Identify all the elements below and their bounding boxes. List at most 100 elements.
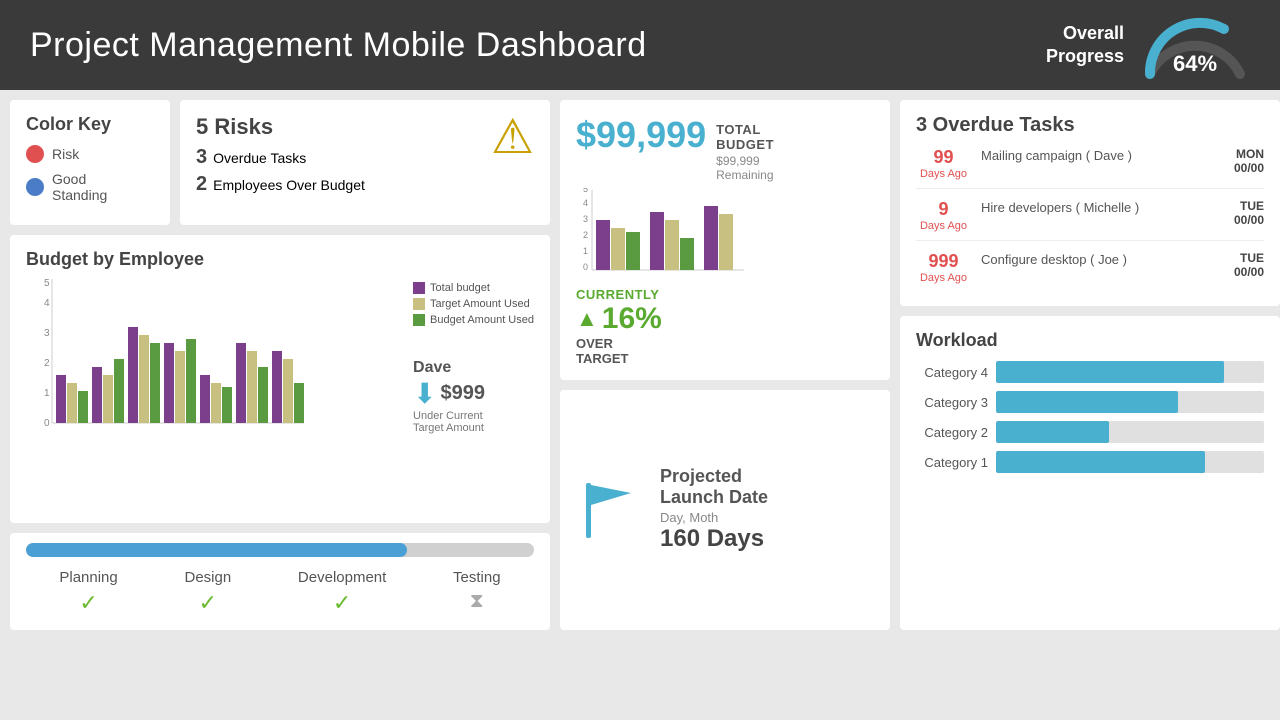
launch-text: ProjectedLaunch Date Day, Moth 160 Days bbox=[660, 466, 768, 553]
over-target-label: OVERTARGET bbox=[576, 336, 874, 366]
svg-text:1: 1 bbox=[583, 246, 588, 256]
overdue-days-num-0: 99 bbox=[916, 147, 971, 168]
dave-amount-row: ⬇ $999 bbox=[413, 377, 534, 410]
workload-label-4: Category 4 bbox=[916, 365, 988, 380]
phases-row: Planning ✓ Design ✓ Development ✓ Testin… bbox=[26, 569, 534, 616]
phase-testing-label: Testing bbox=[453, 569, 501, 586]
phase-bar-fill bbox=[26, 543, 407, 557]
up-arrow-icon: ▲ bbox=[576, 306, 598, 332]
phase-development-label: Development bbox=[298, 569, 386, 586]
svg-text:5: 5 bbox=[583, 188, 588, 194]
budget-amount: $99,999 bbox=[576, 114, 706, 156]
currently-pct: 16% bbox=[602, 302, 662, 336]
overdue-desc-0: Mailing campaign ( Dave ) bbox=[981, 147, 1204, 165]
svg-text:1: 1 bbox=[44, 388, 50, 399]
overdue-desc-2: Configure desktop ( Joe ) bbox=[981, 251, 1204, 269]
svg-text:2: 2 bbox=[44, 358, 50, 369]
color-key-title: Color Key bbox=[26, 114, 154, 135]
progress-gauge: 64% bbox=[1140, 9, 1250, 81]
overdue-tasks-card: 3 Overdue Tasks 99 Days Ago Mailing camp… bbox=[900, 100, 1280, 306]
progress-label: OverallProgress bbox=[1046, 22, 1124, 69]
budget-label-block: TOTALBUDGET $99,999Remaining bbox=[716, 114, 774, 182]
color-key-card: Color Key Risk GoodStanding bbox=[10, 100, 170, 225]
svg-text:4: 4 bbox=[44, 298, 50, 309]
svg-text:3: 3 bbox=[44, 328, 50, 339]
left-column: Color Key Risk GoodStanding 5 Risks bbox=[10, 100, 550, 630]
budget-content: 0 1 2 3 4 5 bbox=[26, 278, 534, 438]
flag-svg bbox=[576, 475, 646, 545]
launch-title: ProjectedLaunch Date bbox=[660, 466, 768, 508]
good-standing-key-item: GoodStanding bbox=[26, 171, 154, 203]
header: Project Management Mobile Dashboard Over… bbox=[0, 0, 1280, 90]
workload-row-4: Category 4 bbox=[916, 361, 1264, 383]
phase-planning: Planning ✓ bbox=[59, 569, 117, 616]
budget-legend-area: Total budget Target Amount Used Budget A… bbox=[413, 278, 534, 438]
legend-swatch-green bbox=[413, 314, 425, 326]
risk-key-item: Risk bbox=[26, 145, 154, 163]
phase-testing-pending: ⧗ bbox=[453, 590, 501, 613]
overdue-day-0: MON00/00 bbox=[1214, 147, 1264, 175]
currently-block: CURRENTLY ▲ 16% OVERTARGET bbox=[576, 287, 874, 366]
legend-budget: Budget Amount Used bbox=[413, 314, 534, 326]
overdue-days-0: 99 Days Ago bbox=[916, 147, 971, 180]
workload-bar-fill-3 bbox=[996, 391, 1178, 413]
svg-text:64%: 64% bbox=[1173, 51, 1217, 76]
phase-progress-card: Planning ✓ Design ✓ Development ✓ Testin… bbox=[10, 533, 550, 630]
budget-remaining: $99,999Remaining bbox=[716, 154, 774, 182]
svg-text:5: 5 bbox=[44, 278, 50, 289]
risk-label: Risk bbox=[52, 146, 79, 162]
total-budget-card: $99,999 TOTALBUDGET $99,999Remaining 0 1… bbox=[560, 100, 890, 380]
legend-swatch-tan bbox=[413, 298, 425, 310]
phase-bar-container bbox=[26, 543, 534, 557]
dave-info: Dave ⬇ $999 Under CurrentTarget Amount bbox=[413, 359, 534, 434]
budget-by-employee-card: Budget by Employee 0 1 2 3 4 5 bbox=[10, 235, 550, 523]
page-title: Project Management Mobile Dashboard bbox=[30, 26, 647, 65]
dave-description: Under CurrentTarget Amount bbox=[413, 410, 534, 434]
overdue-days-label-1: Days Ago bbox=[916, 220, 971, 232]
overdue-desc-1: Hire developers ( Michelle ) bbox=[981, 199, 1204, 217]
budget-label-title: TOTALBUDGET bbox=[716, 122, 774, 152]
phase-design-label: Design bbox=[184, 569, 231, 586]
mini-bar-chart: 0 1 2 3 4 5 bbox=[576, 188, 746, 278]
good-standing-dot bbox=[26, 178, 44, 196]
overdue-days-2: 999 Days Ago bbox=[916, 251, 971, 284]
workload-bar-bg-4 bbox=[996, 361, 1264, 383]
svg-text:3: 3 bbox=[583, 214, 588, 224]
legend-total-label: Total budget bbox=[430, 282, 490, 294]
budget-amount-block: $99,999 bbox=[576, 114, 706, 156]
overdue-item-2: 999 Days Ago Configure desktop ( Joe ) T… bbox=[916, 251, 1264, 292]
over-budget-label: Employees Over Budget bbox=[213, 177, 365, 193]
legend-budget-label: Budget Amount Used bbox=[430, 314, 534, 326]
workload-bar-bg-3 bbox=[996, 391, 1264, 413]
svg-text:4: 4 bbox=[583, 198, 588, 208]
phase-development: Development ✓ bbox=[298, 569, 386, 616]
legend-swatch-purple bbox=[413, 282, 425, 294]
right-column: 3 Overdue Tasks 99 Days Ago Mailing camp… bbox=[900, 100, 1280, 630]
risks-title: 5 Risks bbox=[196, 114, 481, 140]
overdue-item-1: 9 Days Ago Hire developers ( Michelle ) … bbox=[916, 199, 1264, 241]
phase-design: Design ✓ bbox=[184, 569, 231, 616]
legend-target: Target Amount Used bbox=[413, 298, 534, 310]
overdue-days-num-2: 999 bbox=[916, 251, 971, 272]
overdue-day-1: TUE00/00 bbox=[1214, 199, 1264, 227]
workload-row-2: Category 2 bbox=[916, 421, 1264, 443]
svg-text:0: 0 bbox=[583, 262, 588, 272]
good-standing-label: GoodStanding bbox=[52, 171, 107, 203]
overdue-label: Overdue Tasks bbox=[213, 150, 306, 166]
workload-card: Workload Category 4 Category 3 Category … bbox=[900, 316, 1280, 630]
middle-column: $99,999 TOTALBUDGET $99,999Remaining 0 1… bbox=[560, 100, 890, 630]
phase-design-check: ✓ bbox=[184, 590, 231, 616]
flag-icon bbox=[576, 475, 646, 545]
progress-section: OverallProgress 64% bbox=[1046, 9, 1250, 81]
top-left-row: Color Key Risk GoodStanding 5 Risks bbox=[10, 100, 550, 225]
phase-planning-label: Planning bbox=[59, 569, 117, 586]
risks-text: 5 Risks 3 Overdue Tasks 2 Employees Over… bbox=[196, 114, 481, 200]
risks-count: 5 bbox=[196, 114, 208, 139]
launch-date: Day, Moth bbox=[660, 510, 768, 525]
dave-name: Dave bbox=[413, 359, 534, 377]
risks-card: 5 Risks 3 Overdue Tasks 2 Employees Over… bbox=[180, 100, 550, 225]
workload-bar-fill-2 bbox=[996, 421, 1109, 443]
svg-text:2: 2 bbox=[583, 230, 588, 240]
workload-bar-fill-4 bbox=[996, 361, 1224, 383]
overdue-tasks-line: 3 Overdue Tasks bbox=[196, 146, 481, 169]
